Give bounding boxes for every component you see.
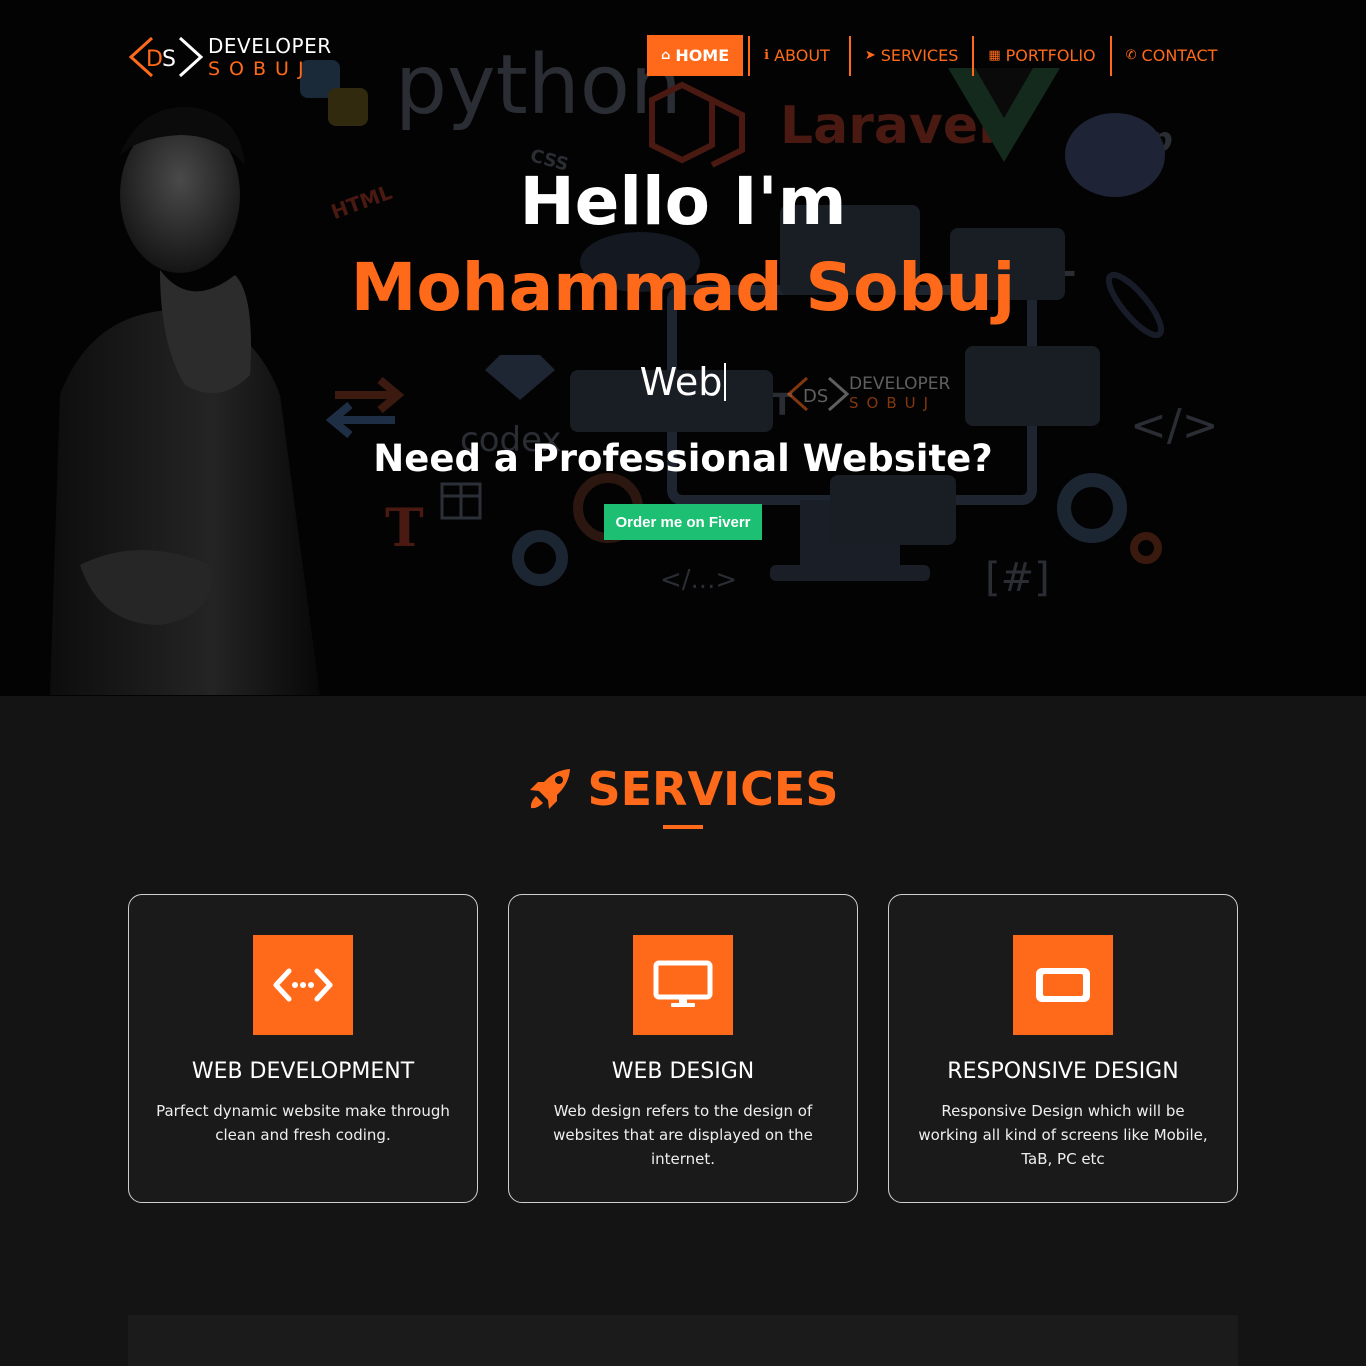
service-title: WEB DEVELOPMENT [191,1059,415,1084]
services-title: SERVICES [587,762,839,816]
typed-role: Web [0,360,1366,404]
rocket-icon [530,769,571,809]
nav-contact-label: CONTACT [1141,46,1218,65]
title-underline [663,825,703,829]
svg-text:D: D [146,47,163,72]
main-nav: ⌂ HOME i ABOUT ➤ SERVICES ▦ PORTFOLIO ✆ … [647,35,1231,76]
site-logo[interactable]: D S DEVELOPER SOBUJ [128,32,338,82]
home-icon: ⌂ [661,48,671,63]
nav-portfolio[interactable]: ▦ PORTFOLIO [974,35,1109,76]
nav-services-label: SERVICES [880,46,959,65]
hero-section: python Laravel php PHP HTML C++ JAVA SCR… [0,0,1366,696]
tablet-icon [1036,968,1090,1002]
hero-greeting: Hello I'm [519,163,847,240]
hero-name: Mohammad Sobuj [350,249,1016,326]
service-icon-box [633,935,733,1035]
svg-text:S: S [162,47,176,72]
laravel-logo-shape [649,81,745,168]
nav-about[interactable]: i ABOUT [750,35,844,76]
rocket-icon: ➤ [864,48,876,63]
nav-home[interactable]: ⌂ HOME [647,35,744,76]
nav-home-label: HOME [675,46,730,65]
service-title: WEB DESIGN [611,1059,755,1084]
code-icon [273,968,333,1002]
service-icon-box [1013,935,1113,1035]
ds-logo-icon: D S [128,36,204,78]
typed-role-text: Web [639,360,723,404]
gear-shape [1057,473,1127,543]
nav-services[interactable]: ➤ SERVICES [851,35,973,76]
brand-name-line1: DEVELOPER [208,34,332,58]
services-heading: SERVICES [0,762,1366,816]
service-icon-box [253,935,353,1035]
monitor-icon [653,960,713,1007]
phone-icon: ✆ [1125,48,1137,63]
nav-about-label: ABOUT [774,46,830,65]
nav-contact[interactable]: ✆ CONTACT [1112,35,1232,76]
service-card-responsive-design: RESPONSIVE DESIGN Responsive Design whic… [888,894,1238,1203]
service-card-web-development: WEB DEVELOPMENT Parfect dynamic website … [128,894,478,1203]
order-fiverr-button[interactable]: Order me on Fiverr [604,504,762,540]
portfolio-icon: ▦ [988,48,1001,63]
info-icon: i [764,48,770,63]
nav-portfolio-label: PORTFOLIO [1005,46,1096,65]
hero-tagline: Need a Professional Website? [373,437,993,480]
next-section-panel [128,1315,1238,1366]
brand-name-line2: SOBUJ [208,58,313,80]
service-description: Web design refers to the design of websi… [553,1102,813,1168]
service-title: RESPONSIVE DESIGN [947,1059,1179,1084]
service-card-web-design: WEB DESIGN Web design refers to the desi… [508,894,858,1203]
service-description: Responsive Design which will be working … [918,1102,1208,1168]
typing-cursor [724,363,727,401]
service-description: Parfect dynamic website make through cle… [156,1102,450,1144]
